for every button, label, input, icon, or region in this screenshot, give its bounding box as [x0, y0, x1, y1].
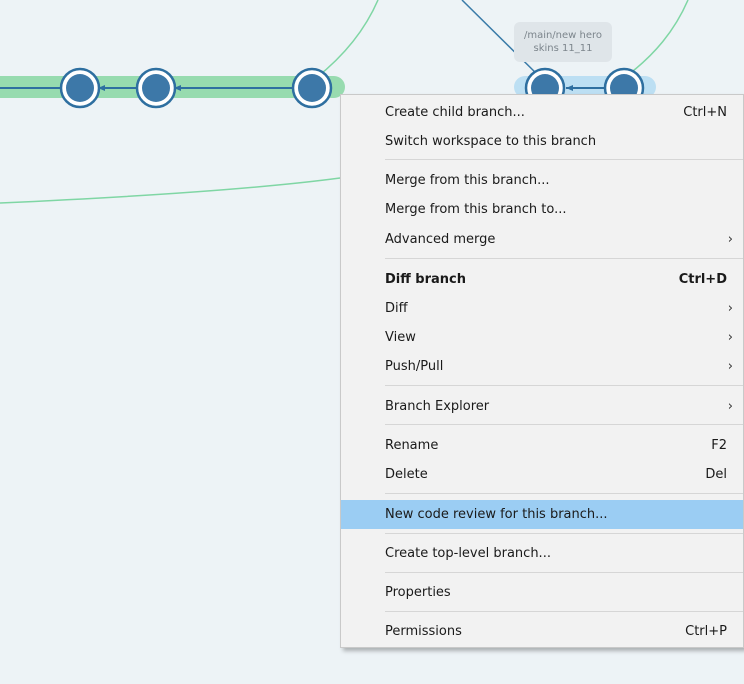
menu-item-label: Branch Explorer: [385, 399, 490, 414]
changeset-node-selected[interactable]: [291, 67, 333, 109]
menu-item-shortcut: F2: [711, 438, 727, 453]
menu-item-create-top-level-branch[interactable]: Create top-level branch...: [341, 539, 743, 568]
menu-item-label: Push/Pull: [385, 359, 444, 374]
menu-item-advanced-merge[interactable]: Advanced merge ›: [341, 225, 743, 254]
menu-item-shortcut: Ctrl+D: [678, 272, 727, 287]
menu-item-rename[interactable]: Rename F2: [341, 431, 743, 460]
menu-separator: [385, 572, 743, 573]
menu-item-label: Switch workspace to this branch: [385, 134, 597, 149]
submenu-arrow-icon: ›: [727, 359, 733, 374]
menu-item-label: Delete: [385, 467, 428, 482]
branch-link-line: [0, 177, 341, 204]
menu-item-shortcut: Ctrl+N: [683, 105, 727, 120]
menu-separator: [385, 258, 743, 259]
menu-separator: [385, 159, 743, 160]
changeset-node[interactable]: [135, 67, 177, 109]
changeset-node[interactable]: [59, 67, 101, 109]
menu-item-label: Merge from this branch to...: [385, 202, 567, 217]
menu-item-switch-workspace[interactable]: Switch workspace to this branch: [341, 127, 743, 156]
submenu-arrow-icon: ›: [727, 232, 733, 247]
menu-item-label: Merge from this branch...: [385, 173, 550, 188]
menu-item-merge-from-branch[interactable]: Merge from this branch...: [341, 166, 743, 195]
submenu-arrow-icon: ›: [727, 399, 733, 414]
menu-separator: [385, 385, 743, 386]
menu-item-label: Permissions: [385, 624, 462, 639]
menu-item-shortcut: Del: [705, 467, 727, 482]
menu-item-view[interactable]: View ›: [341, 323, 743, 352]
menu-item-label: Create child branch...: [385, 105, 525, 120]
menu-item-branch-explorer[interactable]: Branch Explorer ›: [341, 392, 743, 421]
menu-item-merge-from-branch-to[interactable]: Merge from this branch to...: [341, 195, 743, 224]
menu-item-shortcut: Ctrl+P: [685, 624, 727, 639]
menu-item-push-pull[interactable]: Push/Pull ›: [341, 352, 743, 381]
menu-item-diff[interactable]: Diff ›: [341, 294, 743, 323]
branch-link-line: [623, 0, 689, 79]
menu-item-label: Properties: [385, 585, 451, 600]
menu-item-properties[interactable]: Properties: [341, 578, 743, 607]
menu-item-diff-branch[interactable]: Diff branch Ctrl+D: [341, 265, 743, 294]
menu-item-label: Diff branch: [385, 272, 467, 287]
branch-link-line: [315, 0, 379, 79]
menu-separator: [385, 424, 743, 425]
menu-item-delete[interactable]: Delete Del: [341, 460, 743, 489]
menu-item-label: New code review for this branch...: [385, 507, 608, 522]
menu-item-new-code-review[interactable]: New code review for this branch...: [341, 500, 743, 529]
menu-item-label: Diff: [385, 301, 408, 316]
submenu-arrow-icon: ›: [727, 301, 733, 316]
menu-item-label: View: [385, 330, 416, 345]
submenu-arrow-icon: ›: [727, 330, 733, 345]
branch-label-line: /main/new hero: [523, 30, 603, 41]
menu-item-create-child-branch[interactable]: Create child branch... Ctrl+N: [341, 98, 743, 127]
branch-name-label: /main/new hero skins 11_11: [514, 22, 612, 62]
menu-separator: [385, 533, 743, 534]
menu-item-label: Rename: [385, 438, 439, 453]
menu-separator: [385, 611, 743, 612]
context-menu: Create child branch... Ctrl+N Switch wor…: [340, 94, 744, 648]
menu-separator: [385, 493, 743, 494]
menu-item-permissions[interactable]: Permissions Ctrl+P: [341, 617, 743, 646]
menu-item-label: Create top-level branch...: [385, 546, 551, 561]
menu-item-label: Advanced merge: [385, 232, 496, 247]
branch-label-line: skins 11_11: [533, 43, 593, 54]
